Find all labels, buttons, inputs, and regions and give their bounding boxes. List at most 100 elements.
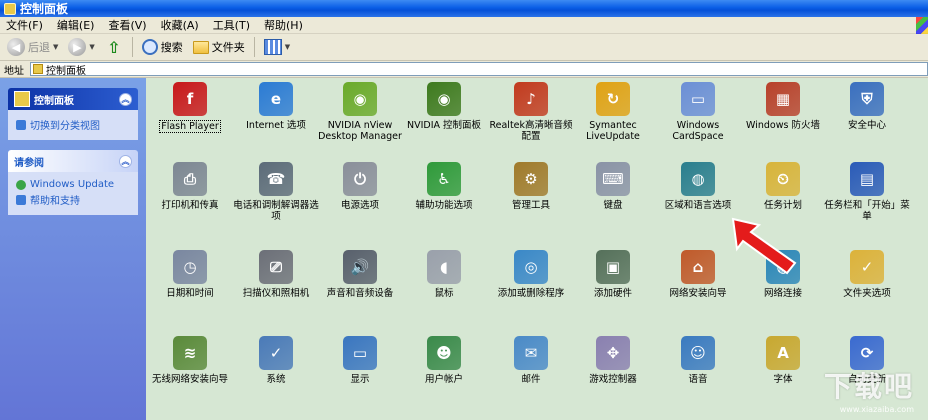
cp-item-wireless[interactable]: ≋ 无线网络安装向导: [145, 336, 235, 385]
folder-icon: [192, 40, 209, 54]
help-support-link[interactable]: 帮助和支持: [16, 192, 130, 207]
cp-item-task-schedule[interactable]: ⏲ 任务计划: [738, 162, 828, 211]
back-button[interactable]: ◀ 后退 ▼: [4, 36, 61, 58]
nvidia-panel-icon: ◉: [427, 82, 461, 116]
cp-item-label: Windows CardSpace: [672, 120, 724, 142]
views-icon: [263, 39, 282, 55]
cp-item-gamepad[interactable]: ✥ 游戏控制器: [568, 336, 658, 385]
search-button[interactable]: 搜索: [139, 36, 186, 58]
cp-item-scanner[interactable]: ⎚ 扫描仪和照相机: [231, 250, 321, 299]
cp-item-label: 辅助功能选项: [415, 200, 473, 211]
speech-icon: ☺: [681, 336, 715, 370]
menu-view[interactable]: 查看(V): [108, 17, 146, 33]
collapse-chevron-icon[interactable]: ︽: [119, 92, 132, 106]
see-also-task-header[interactable]: 请参阅 ︽: [8, 150, 138, 172]
cp-item-taskbar[interactable]: ▤ 任务栏和「开始」菜单: [822, 162, 912, 222]
menu-help[interactable]: 帮助(H): [264, 17, 303, 33]
cp-item-phone[interactable]: ☎ 电话和调制解调器选项: [231, 162, 321, 222]
forward-arrow-icon: ▶: [68, 38, 87, 56]
cp-item-label: 安全中心: [847, 120, 886, 131]
control-panel-icon: [33, 64, 43, 74]
cp-item-cardspace[interactable]: ▭ Windows CardSpace: [653, 82, 743, 142]
keyboard-icon: ⌨: [596, 162, 630, 196]
switch-category-view-link[interactable]: 切换到分类视图: [16, 117, 130, 132]
cp-item-accessibility[interactable]: ♿ 辅助功能选项: [399, 162, 489, 211]
menu-favorites[interactable]: 收藏(A): [161, 17, 199, 33]
cp-item-speaker[interactable]: ♪ Realtek高清晰音频配置: [486, 82, 576, 142]
cp-item-globe-region[interactable]: ◍ 区域和语言选项: [653, 162, 743, 211]
windows-update-link[interactable]: Windows Update: [16, 179, 130, 190]
power-icon: ⏻: [343, 162, 377, 196]
menu-edit[interactable]: 编辑(E): [57, 17, 95, 33]
collapse-chevron-icon[interactable]: ︽: [119, 154, 132, 168]
cp-item-users[interactable]: ☻ 用户帐户: [399, 336, 489, 385]
control-panel-task-box: 控制面板 ︽ 切换到分类视图: [8, 88, 138, 140]
task-pane: 控制面板 ︽ 切换到分类视图 请参阅 ︽ Windows Update 帮助和支…: [0, 78, 146, 420]
folder-options-icon: ✓: [850, 250, 884, 284]
cp-item-label: 文件夹选项: [843, 288, 891, 299]
cp-item-clock[interactable]: ◷ 日期和时间: [145, 250, 235, 299]
up-button[interactable]: ⇧: [102, 36, 126, 58]
cp-item-system[interactable]: ✓ 系统: [231, 336, 321, 385]
cp-item-printer[interactable]: ⎙ 打印机和传真: [145, 162, 235, 211]
cp-item-nvidia[interactable]: ◉ NVIDIA nView Desktop Manager: [315, 82, 405, 142]
control-panel-task-header[interactable]: 控制面板 ︽: [8, 88, 138, 110]
globe-icon: e: [259, 82, 293, 116]
cp-item-speech[interactable]: ☺ 语音: [653, 336, 743, 385]
wireless-icon: ≋: [173, 336, 207, 370]
control-panel-items: ⟳ 自动更新 A 字体 ☺ 语音 ✥ 游戏控制器 ✉ 邮件 ☻ 用户帐户 ▭ 显示 ✓ 系统 ≋ 无线网络安装向导…: [146, 78, 928, 420]
cp-item-label: 显示: [350, 374, 370, 385]
cp-item-globe[interactable]: e Internet 选项: [231, 82, 321, 131]
forward-button[interactable]: ▶ ▼: [65, 36, 97, 58]
views-button[interactable]: ▼: [261, 36, 293, 58]
cp-item-label: 网络安装向导: [669, 288, 727, 299]
cp-item-fonts[interactable]: A 字体: [738, 336, 828, 385]
gamepad-icon: ✥: [596, 336, 630, 370]
cp-item-label: 游戏控制器: [589, 374, 637, 385]
up-folder-icon: ⇧: [107, 37, 121, 57]
toolbar-divider: [131, 37, 133, 57]
address-input[interactable]: 控制面板: [30, 62, 928, 77]
cp-item-sound[interactable]: 🔊 声音和音频设备: [315, 250, 405, 299]
cp-item-firewall[interactable]: ▦ Windows 防火墙: [738, 82, 828, 131]
cp-item-label: 邮件: [521, 374, 541, 385]
cp-item-label: 语音: [688, 374, 708, 385]
cp-item-label: 用户帐户: [424, 374, 463, 385]
cp-item-display[interactable]: ▭ 显示: [315, 336, 405, 385]
add-remove-icon: ◎: [514, 250, 548, 284]
cp-item-flash[interactable]: f Flash Player: [145, 82, 235, 133]
address-value: 控制面板: [46, 65, 86, 77]
cp-item-label: NVIDIA nView Desktop Manager: [318, 120, 402, 142]
folders-button[interactable]: 文件夹: [190, 36, 248, 58]
clock-icon: ◷: [173, 250, 207, 284]
title-bar[interactable]: 控制面板: [0, 0, 928, 17]
cp-item-add-remove[interactable]: ◎ 添加或删除程序: [486, 250, 576, 299]
cp-item-mouse[interactable]: ◖ 鼠标: [399, 250, 489, 299]
cp-item-label: 键盘: [603, 200, 623, 211]
menu-tools[interactable]: 工具(T): [213, 17, 250, 33]
cp-item-power[interactable]: ⏻ 电源选项: [315, 162, 405, 211]
cardspace-icon: ▭: [681, 82, 715, 116]
flash-icon: f: [173, 82, 207, 116]
cp-item-mail[interactable]: ✉ 邮件: [486, 336, 576, 385]
chevron-down-icon: ▼: [89, 43, 95, 51]
toolbar: ◀ 后退 ▼ ▶ ▼ ⇧ 搜索 文件夹 ▼: [0, 34, 928, 61]
cp-item-label: 区域和语言选项: [664, 200, 732, 211]
menu-bar: 文件(F) 编辑(E) 查看(V) 收藏(A) 工具(T) 帮助(H): [0, 17, 928, 34]
speaker-icon: ♪: [514, 82, 548, 116]
cp-item-admin-tools[interactable]: ⚙ 管理工具: [486, 162, 576, 211]
category-view-icon: [16, 119, 26, 130]
address-label: 地址: [4, 65, 24, 77]
cp-item-label: 日期和时间: [166, 288, 214, 299]
cp-item-folder-options[interactable]: ✓ 文件夹选项: [822, 250, 912, 299]
cp-item-liveupdate[interactable]: ↻ Symantec LiveUpdate: [568, 82, 658, 142]
menu-file[interactable]: 文件(F): [6, 17, 43, 33]
help-icon: [16, 194, 26, 205]
fonts-icon: A: [766, 336, 800, 370]
cp-item-nvidia-panel[interactable]: ◉ NVIDIA 控制面板: [399, 82, 489, 131]
cp-item-shield[interactable]: ⛨ 安全中心: [822, 82, 912, 131]
cp-item-label: 鼠标: [434, 288, 454, 299]
cp-item-keyboard[interactable]: ⌨ 键盘: [568, 162, 658, 211]
cp-item-label: 添加或删除程序: [497, 288, 565, 299]
cp-item-add-hardware[interactable]: ▣ 添加硬件: [568, 250, 658, 299]
